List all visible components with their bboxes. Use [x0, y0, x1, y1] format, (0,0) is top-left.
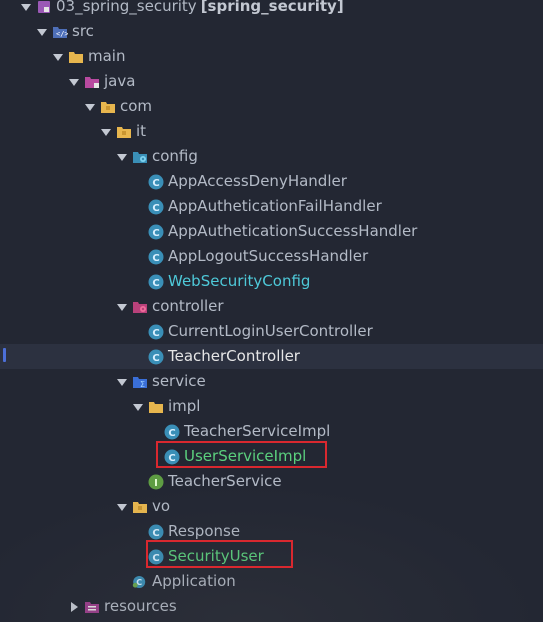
tree-item-folder-src[interactable]: </> src [0, 19, 543, 44]
tree-item-label: AppLogoutSuccessHandler [168, 247, 369, 265]
arrow-spacer [148, 451, 160, 463]
tree-item-label: TeacherController [168, 347, 300, 365]
tree-item-label: config [152, 147, 198, 165]
class-icon: C [148, 174, 164, 190]
tree-item-class-appauthenticationsuccesshandler[interactable]: C AppAutheticationSuccessHandler [0, 219, 543, 244]
tree-item-label: CurrentLoginUserController [168, 322, 373, 340]
tree-item-class-appaccessdenyhandler[interactable]: C AppAccessDenyHandler [0, 169, 543, 194]
package-icon [100, 99, 116, 115]
tree-item-label: AppAccessDenyHandler [168, 172, 347, 190]
arrow-spacer [132, 276, 144, 288]
controller-package-icon [132, 299, 148, 315]
class-icon: C [164, 449, 180, 465]
tree-item-package-impl[interactable]: impl [0, 394, 543, 419]
tree-item-class-userserviceimpl[interactable]: C UserServiceImpl [0, 444, 543, 469]
tree-item-label: src [72, 22, 94, 40]
tree-item-label: service [152, 372, 206, 390]
expand-down-arrow-icon[interactable] [20, 1, 32, 13]
expand-down-arrow-icon[interactable] [116, 301, 128, 313]
arrow-spacer [132, 201, 144, 213]
tree-item-folder-java[interactable]: java [0, 69, 543, 94]
tree-item-label: AppAutheticationFailHandler [168, 197, 382, 215]
tree-item-label: impl [168, 397, 201, 415]
background-watermark [0, 482, 543, 622]
tree-item-label: it [136, 122, 147, 140]
arrow-spacer [132, 351, 144, 363]
class-icon: C [148, 274, 164, 290]
tree-item-package-service[interactable]: Σservice [0, 369, 543, 394]
expand-down-arrow-icon[interactable] [68, 76, 80, 88]
tree-item-label: java [104, 72, 136, 90]
tree-item-folder-main[interactable]: main [0, 44, 543, 69]
expand-down-arrow-icon[interactable] [84, 101, 96, 113]
tree-item-class-appauthenticationfailhandler[interactable]: C AppAutheticationFailHandler [0, 194, 543, 219]
tree-item-class-currentloginusercontroller[interactable]: C CurrentLoginUserController [0, 319, 543, 344]
module-tag: [spring_security] [200, 0, 344, 15]
expand-down-arrow-icon[interactable] [132, 401, 144, 413]
arrow-spacer [132, 226, 144, 238]
expand-down-arrow-icon[interactable] [52, 51, 64, 63]
class-icon: C [164, 424, 180, 440]
tree-item-label: AppAutheticationSuccessHandler [168, 222, 418, 240]
class-icon: C [148, 224, 164, 240]
tree-item-label: WebSecurityConfig [168, 272, 311, 290]
expand-down-arrow-icon[interactable] [116, 151, 128, 163]
arrow-spacer [132, 251, 144, 263]
svg-text:C: C [168, 428, 175, 439]
svg-text:C: C [152, 353, 159, 364]
class-icon: C [148, 199, 164, 215]
tree-item-package-config[interactable]: config [0, 144, 543, 169]
tree-item-label: controller [152, 297, 224, 315]
expand-down-arrow-icon[interactable] [36, 26, 48, 38]
svg-text:C: C [152, 278, 159, 289]
svg-text:Σ: Σ [140, 380, 145, 389]
module-icon [36, 0, 52, 15]
package-icon [116, 124, 132, 140]
tree-item-label: 03_spring_security [56, 0, 197, 15]
tree-item-label: UserServiceImpl [184, 447, 307, 465]
svg-text:C: C [152, 328, 159, 339]
tree-item-label: TeacherServiceImpl [184, 422, 331, 440]
arrow-spacer [148, 426, 160, 438]
class-icon: C [148, 349, 164, 365]
tree-item-class-teacherserviceimpl[interactable]: C TeacherServiceImpl [0, 419, 543, 444]
svg-text:C: C [152, 253, 159, 264]
tree-item-class-websecurityconfig[interactable]: C WebSecurityConfig [0, 269, 543, 294]
tree-item-package-it[interactable]: it [0, 119, 543, 144]
class-icon: C [148, 324, 164, 340]
config-package-icon [132, 149, 148, 165]
svg-text:C: C [152, 203, 159, 214]
svg-text:C: C [152, 178, 159, 189]
svg-text:C: C [168, 453, 175, 464]
svg-text:C: C [152, 228, 159, 239]
java-folder-icon [84, 74, 100, 90]
tree-item-label: main [88, 47, 126, 65]
selection-gutter-marker [3, 348, 6, 362]
folder-icon [148, 399, 164, 415]
tree-item-label: com [120, 97, 153, 115]
tree-item-package-com[interactable]: com [0, 94, 543, 119]
expand-down-arrow-icon[interactable] [100, 126, 112, 138]
arrow-spacer [132, 326, 144, 338]
source-folder-icon: </> [52, 24, 68, 40]
tree-item-package-controller[interactable]: controller [0, 294, 543, 319]
service-package-icon: Σ [132, 374, 148, 390]
tree-item-class-teachercontroller[interactable]: C TeacherController [0, 344, 543, 369]
tree-item-class-applogoutsuccesshandler[interactable]: C AppLogoutSuccessHandler [0, 244, 543, 269]
expand-down-arrow-icon[interactable] [116, 376, 128, 388]
svg-text:</>: </> [56, 30, 68, 38]
arrow-spacer [132, 176, 144, 188]
class-icon: C [148, 249, 164, 265]
tree-item-module-03-spring-security[interactable]: 03_spring_security [spring_security] [0, 0, 543, 19]
folder-icon [68, 49, 84, 65]
